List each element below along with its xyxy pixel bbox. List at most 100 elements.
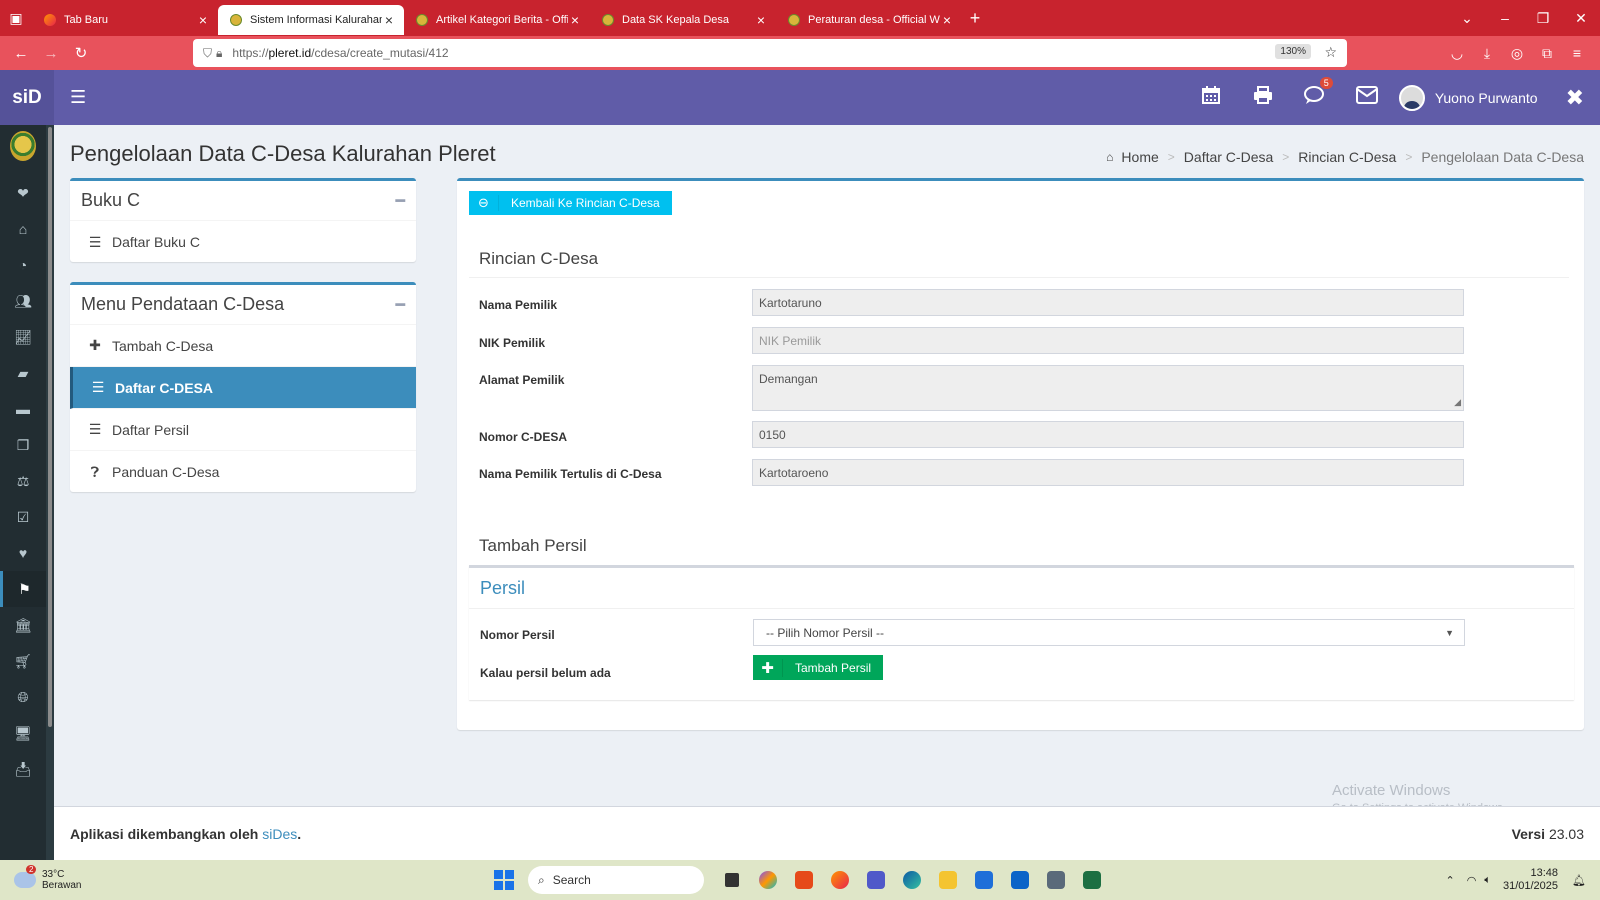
close-icon[interactable]: ✖ — [1566, 85, 1584, 111]
heart-icon[interactable]: ♥︎ — [0, 535, 46, 571]
breadcrumb-current: Pengelolaan Data C-Desa — [1421, 149, 1584, 165]
firefox-icon[interactable] — [822, 866, 858, 894]
globe-icon[interactable]: 🌐︎ — [0, 679, 46, 715]
hamburger-menu-icon[interactable]: ☰ — [70, 87, 86, 108]
cart-icon[interactable]: 🛒︎ — [0, 643, 46, 679]
notification-bell-icon[interactable]: 🔔︎ — [1572, 874, 1586, 887]
chevron-up-icon[interactable]: ⌃ — [1446, 874, 1455, 887]
close-tab-icon[interactable]: × — [754, 12, 768, 28]
menu-item-daftar-buku-c[interactable]: ☰ Daftar Buku C — [70, 221, 416, 263]
collapse-icon[interactable]: ━ — [395, 295, 405, 315]
heartbeat-icon[interactable]: ❤︎ — [0, 175, 46, 211]
forward-arrow-icon[interactable]: → — [36, 45, 66, 62]
weather-widget[interactable]: 2 33°C Berawan — [14, 865, 81, 891]
reload-icon[interactable]: ↻ — [66, 44, 96, 62]
browser-tab[interactable]: Data SK Kepala Desa × — [590, 5, 776, 35]
back-arrow-icon[interactable]: ← — [6, 45, 36, 62]
tab-list-icon[interactable]: ▣ — [0, 0, 32, 36]
app-logo[interactable]: siD — [0, 70, 54, 125]
teams-icon[interactable] — [858, 866, 894, 894]
menu-icon[interactable]: ≡ — [1562, 45, 1592, 61]
bookmark-star-icon[interactable]: ☆ — [1324, 44, 1337, 61]
bank-icon[interactable]: 🏛︎ — [0, 607, 46, 643]
window-close-icon[interactable]: ✕ — [1562, 10, 1600, 27]
tab-overflow-icon[interactable]: ⌄ — [1448, 10, 1486, 27]
taskbar-clock[interactable]: 13:48 31/01/2025 — [1503, 867, 1558, 893]
alamat-pemilik-textarea[interactable]: Demangan ◢ — [752, 365, 1464, 411]
browser-tab[interactable]: Artikel Kategori Berita - Official × — [404, 5, 590, 35]
comments-icon[interactable]: 5 — [1289, 76, 1341, 111]
notification-badge: 5 — [1319, 76, 1333, 89]
home-icon[interactable]: ⌂ — [0, 211, 46, 247]
calendar-icon[interactable] — [1185, 85, 1237, 111]
excel-icon[interactable] — [1074, 866, 1110, 894]
menu-item-tambah-cdesa[interactable]: ✚ Tambah C-Desa — [70, 325, 416, 367]
nama-tertulis-field[interactable]: Kartotaroeno — [752, 459, 1464, 486]
mail-icon[interactable] — [1002, 866, 1038, 894]
file-explorer-icon[interactable] — [930, 866, 966, 894]
menu-item-panduan-cdesa[interactable]: ❓︎ Panduan C-Desa — [70, 451, 416, 493]
url-bar[interactable]: ⛉ 🔒︎ https://pleret.id/cdesa/create_muta… — [193, 39, 1347, 67]
collapse-icon[interactable]: ━ — [395, 191, 405, 211]
balance-scale-icon[interactable]: ⚖︎ — [0, 463, 46, 499]
check-square-icon[interactable]: ☑︎ — [0, 499, 46, 535]
download-icon[interactable]: ⤓ — [1472, 45, 1502, 62]
close-tab-icon[interactable]: × — [568, 12, 582, 28]
restore-icon[interactable]: ❐ — [1524, 10, 1562, 27]
nama-pemilik-field[interactable]: Kartotaruno — [752, 289, 1464, 316]
dashboard-icon[interactable]: ◔ — [0, 247, 46, 283]
copy-icon[interactable]: ❐ — [0, 427, 46, 463]
sides-link[interactable]: siDes — [262, 826, 297, 842]
close-tab-icon[interactable]: × — [940, 12, 954, 28]
browser-tab-active[interactable]: Sistem Informasi Kalurahan Pleret × — [218, 5, 404, 35]
sidebar-scrollbar[interactable] — [46, 125, 54, 860]
print-icon[interactable] — [1237, 85, 1289, 111]
browser-tab[interactable]: Tab Baru × — [32, 5, 218, 35]
menu-item-daftar-persil[interactable]: ☰ Daftar Persil — [70, 409, 416, 451]
inbox-icon[interactable]: 📥︎ — [0, 751, 46, 787]
breadcrumb-daftar-cdesa[interactable]: Daftar C-Desa — [1184, 149, 1273, 165]
browser-tab-bar: ▣ Tab Baru × Sistem Informasi Kalurahan … — [0, 0, 1600, 36]
chevron-down-icon: ▼ — [1445, 628, 1454, 638]
book-icon[interactable]: ▰ — [0, 355, 46, 391]
wifi-icon[interactable]: ◠ — [1467, 874, 1477, 887]
desktop-icon[interactable]: 🖥︎ — [0, 715, 46, 751]
browser-tab[interactable]: Peraturan desa - Official Website × — [776, 5, 962, 35]
pocket-icon[interactable]: ◡ — [1442, 45, 1472, 62]
account-icon[interactable]: ◎ — [1502, 45, 1532, 62]
envelope-icon[interactable] — [1341, 85, 1393, 110]
tambah-persil-button[interactable]: ✚ Tambah Persil — [753, 655, 884, 680]
nik-pemilik-field[interactable]: NIK Pemilik — [752, 327, 1464, 354]
nama-tertulis-label: Nama Pemilik Tertulis di C-Desa — [479, 467, 662, 481]
breadcrumb-rincian-cdesa[interactable]: Rincian C-Desa — [1298, 149, 1396, 165]
new-tab-button[interactable]: + — [962, 8, 988, 29]
resize-handle-icon[interactable]: ◢ — [1454, 397, 1461, 408]
nomor-cdesa-field[interactable]: 0150 — [752, 421, 1464, 448]
volume-icon[interactable]: 🔈︎ — [1484, 874, 1491, 887]
camera-icon[interactable] — [1038, 866, 1074, 894]
store-icon[interactable] — [966, 866, 1002, 894]
windows-start-icon[interactable] — [494, 870, 514, 890]
zoom-level[interactable]: 130% — [1275, 44, 1311, 59]
chart-line-icon[interactable]: 📈︎ — [0, 319, 46, 355]
edge-icon[interactable] — [894, 866, 930, 894]
taskbar-search[interactable]: ⌕ Search — [528, 866, 704, 894]
copilot-icon[interactable] — [750, 866, 786, 894]
close-tab-icon[interactable]: × — [382, 12, 396, 28]
users-icon[interactable]: 👥︎ — [0, 283, 46, 319]
archive-icon[interactable]: ▬ — [0, 391, 46, 427]
sidebar: ❤︎ ⌂ ◔ 👥︎ 📈︎ ▰ ▬ ❐ ⚖︎ ☑︎ ♥︎ ⚑ 🏛︎ 🛒︎ 🌐︎ 🖥… — [0, 125, 46, 860]
back-to-rincian-button[interactable]: ⊖ Kembali Ke Rincian C-Desa — [469, 191, 672, 215]
nomor-persil-select[interactable]: -- Pilih Nomor Persil -- ▼ — [753, 619, 1465, 646]
office-icon[interactable] — [786, 866, 822, 894]
user-menu[interactable]: Yuono Purwanto — [1398, 84, 1538, 111]
minimize-icon[interactable]: – — [1486, 10, 1524, 27]
extensions-icon[interactable]: ⧉ — [1532, 45, 1562, 62]
task-view-icon[interactable] — [714, 866, 750, 894]
url-prefix: https:// — [232, 46, 269, 60]
breadcrumb-home[interactable]: Home — [1121, 149, 1158, 165]
map-signs-icon[interactable]: ⚑ — [0, 571, 46, 607]
menu-item-daftar-cdesa[interactable]: ☰ Daftar C-DESA — [70, 367, 416, 409]
close-tab-icon[interactable]: × — [196, 12, 210, 28]
weather-temp: 33°C — [42, 869, 65, 880]
